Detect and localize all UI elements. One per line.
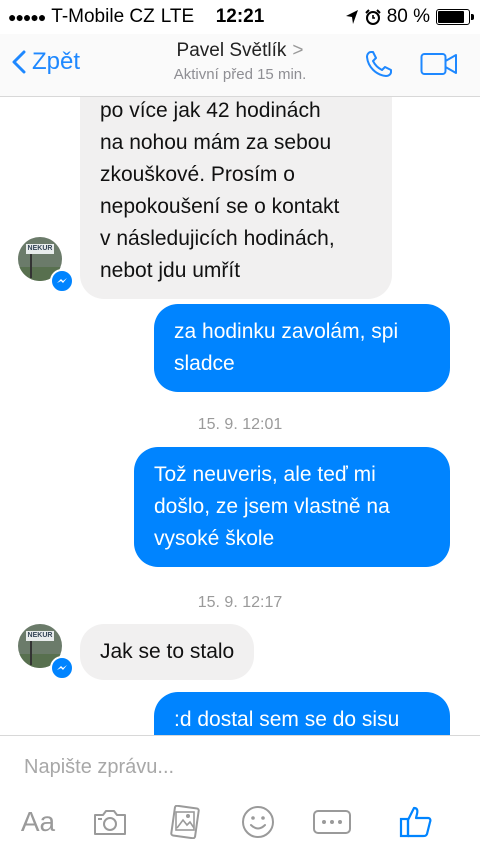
camera-icon bbox=[94, 810, 126, 835]
message-input[interactable]: Napište zprávu... bbox=[24, 756, 174, 779]
composer: Napište zprávu... Aa bbox=[0, 735, 480, 855]
battery-icon bbox=[436, 9, 474, 25]
battery-tip bbox=[471, 14, 474, 20]
gallery-icon bbox=[170, 805, 200, 839]
message-line: po více jak 42 hodinách bbox=[100, 99, 321, 122]
message-line: vysoké škole bbox=[154, 527, 275, 550]
call-actions bbox=[364, 49, 458, 79]
emoji-icon bbox=[242, 806, 274, 838]
message-line: nebot jdu umřít bbox=[100, 259, 241, 282]
phone-call-icon[interactable] bbox=[364, 49, 394, 79]
video-call-icon[interactable] bbox=[420, 51, 458, 77]
message-line: na nohou mám za sebou bbox=[100, 131, 332, 154]
avatar-sign: NEKUR bbox=[26, 631, 54, 641]
message-line: sladce bbox=[174, 352, 235, 375]
incoming-message[interactable]: po více jak 42 hodinách na nohou mám za … bbox=[80, 97, 392, 299]
message-list[interactable]: po více jak 42 hodinách na nohou mám za … bbox=[0, 97, 480, 735]
message-line: došlo, ze jsem vlastně na bbox=[154, 495, 390, 518]
avatar-sign: NEKUR bbox=[26, 244, 54, 254]
like-icon bbox=[399, 806, 432, 838]
message-line: v následujicích hodinách, bbox=[100, 227, 335, 250]
avatar-pole bbox=[30, 641, 32, 665]
contact-name: Pavel Světlík bbox=[176, 40, 287, 61]
incoming-message[interactable]: Jak se to stalo bbox=[80, 624, 255, 680]
outgoing-message[interactable]: za hodinku zavolám, spi sladce bbox=[154, 304, 450, 392]
message-line: Tož neuveris, ale teď mi bbox=[154, 463, 376, 486]
battery-percent: 80 % bbox=[386, 6, 430, 27]
status-right: 80 % bbox=[345, 6, 474, 28]
message-line: za hodinku zavolám, spi bbox=[174, 320, 399, 343]
composer-toolbar: Aa bbox=[0, 800, 480, 844]
more-button[interactable] bbox=[310, 800, 354, 844]
emoji-button[interactable] bbox=[238, 800, 278, 844]
more-icon bbox=[313, 810, 351, 834]
camera-button[interactable] bbox=[90, 800, 130, 844]
avatar-pole bbox=[30, 254, 32, 278]
outgoing-message[interactable]: :d dostal sem se do sisu bbox=[154, 692, 450, 735]
gallery-button[interactable] bbox=[165, 800, 205, 844]
outgoing-message[interactable]: Tož neuveris, ale teď mi došlo, ze jsem … bbox=[134, 447, 450, 567]
timestamp: 15. 9. 12:01 bbox=[197, 416, 283, 433]
conversation-header: Zpět Pavel Světlík > Aktivní před 15 min. bbox=[0, 34, 480, 97]
status-bar: ●●●●● T-Mobile CZ LTE 12:21 80 % bbox=[0, 0, 480, 34]
message-line: nepokoušení se o kontakt bbox=[100, 195, 340, 218]
message-line: zkouškové. Prosím o bbox=[100, 163, 295, 186]
text-format-button[interactable]: Aa bbox=[18, 800, 58, 844]
like-button[interactable] bbox=[396, 800, 436, 844]
location-icon bbox=[345, 10, 358, 24]
battery-level bbox=[438, 11, 464, 23]
message-line: Jak se to stalo bbox=[100, 640, 235, 663]
message-line: :d dostal sem se do sisu bbox=[174, 708, 400, 731]
timestamp: 15. 9. 12:17 bbox=[197, 594, 283, 611]
alarm-icon bbox=[364, 9, 381, 25]
chevron-right-icon: > bbox=[292, 40, 304, 61]
messenger-badge-icon bbox=[50, 269, 74, 293]
messenger-badge-icon bbox=[50, 656, 74, 680]
